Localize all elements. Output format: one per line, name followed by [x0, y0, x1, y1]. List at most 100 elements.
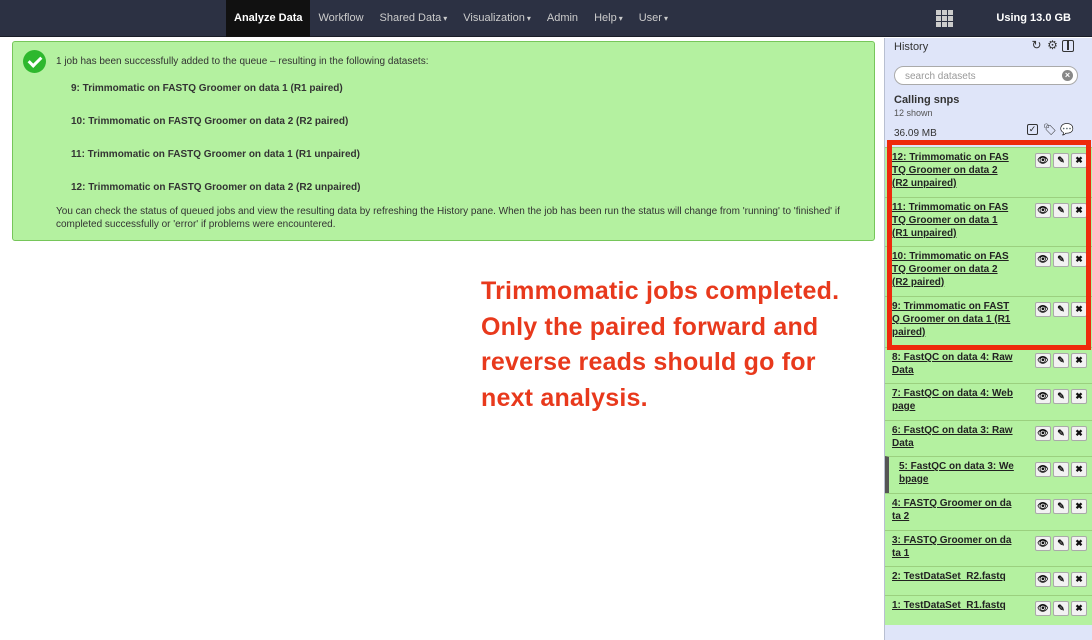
dataset-actions: 👁 ✎ ✖ — [1035, 572, 1087, 587]
pencil-icon[interactable]: ✎ — [1053, 601, 1069, 616]
delete-icon[interactable]: ✖ — [1071, 426, 1087, 441]
delete-icon[interactable]: ✖ — [1071, 572, 1087, 587]
dataset-title-line: bpage — [899, 473, 929, 485]
columns-icon[interactable] — [1062, 40, 1074, 52]
queued-dataset: 10: Trimmomatic on FASTQ Groomer on data… — [71, 116, 349, 127]
nav-label: User — [638, 12, 662, 24]
quota-meter[interactable]: Using 13.0 GB — [996, 0, 1071, 37]
caret-down-icon: ▾ — [526, 14, 531, 23]
grid-icon[interactable] — [936, 10, 954, 27]
search-input[interactable] — [905, 69, 1055, 83]
dataset-actions: 👁 ✎ ✖ — [1035, 389, 1087, 404]
nav-label: Shared Data — [379, 12, 442, 24]
nav-analyze-data[interactable]: Analyze Data — [226, 0, 311, 37]
history-dataset[interactable]: 6: FastQC on data 3: Raw Data 👁 ✎ ✖ — [885, 420, 1092, 456]
dataset-title-line: 3: FASTQ Groomer on da — [892, 535, 1012, 546]
tags-icon[interactable]: 🏷 — [1043, 124, 1057, 137]
queued-dataset: 12: Trimmomatic on FASTQ Groomer on data… — [71, 182, 361, 193]
pencil-icon[interactable]: ✎ — [1053, 499, 1069, 514]
eye-icon[interactable]: 👁 — [1035, 572, 1051, 587]
nav-user[interactable]: User ▾ — [631, 0, 676, 37]
history-name[interactable]: Calling snps — [894, 94, 959, 106]
highlight-box — [887, 140, 1091, 350]
message-note: You can check the status of queued jobs … — [56, 206, 840, 230]
delete-icon[interactable]: ✖ — [1071, 462, 1087, 477]
pencil-icon[interactable]: ✎ — [1053, 572, 1069, 587]
comment-icon[interactable]: 💬 — [1060, 124, 1074, 137]
dataset-title[interactable]: 8: FastQC on data 4: Raw Data — [892, 352, 1017, 378]
eye-icon[interactable]: 👁 — [1035, 389, 1051, 404]
history-dataset[interactable]: 2: TestDataSet_R2.fastq 👁 ✎ ✖ — [885, 566, 1092, 595]
eye-icon[interactable]: 👁 — [1035, 499, 1051, 514]
history-dataset[interactable]: 1: TestDataSet_R1.fastq 👁 ✎ ✖ — [885, 595, 1092, 625]
dataset-actions: 👁 ✎ ✖ — [1035, 499, 1087, 514]
eye-icon[interactable]: 👁 — [1035, 426, 1051, 441]
nav-visualization[interactable]: Visualization ▾ — [455, 0, 539, 37]
caret-down-icon: ▾ — [663, 14, 668, 23]
history-dataset[interactable]: 4: FASTQ Groomer on da ta 2 👁 ✎ ✖ — [885, 493, 1092, 530]
annotation-line: reverse reads should go for — [481, 348, 816, 376]
dataset-title[interactable]: 7: FastQC on data 4: Web page — [892, 388, 1017, 414]
refresh-icon[interactable]: ↻ — [1030, 39, 1043, 52]
history-dataset[interactable]: 7: FastQC on data 4: Web page 👁 ✎ ✖ — [885, 383, 1092, 420]
dataset-actions: 👁 ✎ ✖ — [1035, 601, 1087, 616]
annotation-line: Only the paired forward and — [481, 312, 819, 341]
dataset-actions: 👁 ✎ ✖ — [1035, 536, 1087, 551]
dataset-title[interactable]: 6: FastQC on data 3: Raw Data — [892, 425, 1017, 451]
dataset-title[interactable]: 2: TestDataSet_R2.fastq — [892, 571, 1017, 584]
eye-icon[interactable]: 👁 — [1035, 353, 1051, 368]
nav-shared-data[interactable]: Shared Data ▾ — [372, 0, 456, 37]
dataset-title-line: page — [892, 400, 916, 412]
pencil-icon[interactable]: ✎ — [1053, 426, 1069, 441]
delete-icon[interactable]: ✖ — [1071, 499, 1087, 514]
dataset-title-line: ta 2 — [892, 510, 910, 522]
success-message: 1 job has been successfully added to the… — [12, 41, 875, 241]
select-all-icon[interactable]: ✓ — [1027, 124, 1038, 135]
search-datasets: × — [894, 66, 1078, 85]
dataset-title-line: 8: FastQC on data 4: Raw — [892, 352, 1013, 363]
eye-icon[interactable]: 👁 — [1035, 601, 1051, 616]
history-size: 36.09 MB — [894, 128, 937, 139]
queued-dataset: 9: Trimmomatic on FASTQ Groomer on data … — [71, 83, 343, 94]
main-nav: Analyze Data Workflow Shared Data ▾ Visua… — [226, 0, 676, 37]
dataset-actions: 👁 ✎ ✖ — [1035, 353, 1087, 368]
nav-label: Admin — [546, 12, 579, 24]
pencil-icon[interactable]: ✎ — [1053, 389, 1069, 404]
dataset-title[interactable]: 5: FastQC on data 3: We bpage — [899, 461, 1024, 487]
dataset-title[interactable]: 3: FASTQ Groomer on da ta 1 — [892, 535, 1017, 561]
pencil-icon[interactable]: ✎ — [1053, 353, 1069, 368]
annotation-line: next analysis. — [481, 383, 648, 412]
nav-help[interactable]: Help ▾ — [586, 0, 631, 37]
dataset-title-line: ta 1 — [892, 547, 910, 559]
shown-count: 12 shown — [894, 108, 933, 118]
nav-workflow[interactable]: Workflow — [310, 0, 371, 37]
delete-icon[interactable]: ✖ — [1071, 601, 1087, 616]
dataset-title-line: 4: FASTQ Groomer on da — [892, 498, 1012, 509]
dataset-title-line: 7: FastQC on data 4: Web — [892, 388, 1013, 399]
nav-admin[interactable]: Admin — [539, 0, 586, 37]
dataset-title-line: 2: TestDataSet_R2.fastq — [892, 571, 1006, 582]
pencil-icon[interactable]: ✎ — [1053, 536, 1069, 551]
delete-icon[interactable]: ✖ — [1071, 353, 1087, 368]
annotation-callout: Trimmomatic jobs completed. Only the pai… — [481, 274, 881, 416]
annotation-line: Trimmomatic jobs completed. — [481, 277, 840, 305]
delete-icon[interactable]: ✖ — [1071, 536, 1087, 551]
eye-icon[interactable]: 👁 — [1035, 536, 1051, 551]
gear-icon[interactable]: ⚙ — [1046, 39, 1059, 52]
message-intro: 1 job has been successfully added to the… — [56, 56, 429, 67]
dataset-title-line: Data — [892, 364, 914, 376]
nav-label: Analyze Data — [234, 12, 303, 24]
queued-dataset: 11: Trimmomatic on FASTQ Groomer on data… — [71, 149, 360, 160]
clear-search-icon[interactable]: × — [1062, 70, 1073, 81]
history-dataset[interactable]: 3: FASTQ Groomer on da ta 1 👁 ✎ ✖ — [885, 530, 1092, 566]
dataset-title[interactable]: 4: FASTQ Groomer on da ta 2 — [892, 498, 1017, 524]
dataset-actions: 👁 ✎ ✖ — [1035, 462, 1087, 477]
history-dataset[interactable]: 8: FastQC on data 4: Raw Data 👁 ✎ ✖ — [885, 347, 1092, 383]
history-dataset[interactable]: 5: FastQC on data 3: We bpage 👁 ✎ ✖ — [885, 456, 1092, 493]
dataset-title-line: Data — [892, 437, 914, 449]
pencil-icon[interactable]: ✎ — [1053, 462, 1069, 477]
dataset-title[interactable]: 1: TestDataSet_R1.fastq — [892, 600, 1017, 613]
eye-icon[interactable]: 👁 — [1035, 462, 1051, 477]
nav-label: Workflow — [318, 12, 364, 24]
delete-icon[interactable]: ✖ — [1071, 389, 1087, 404]
